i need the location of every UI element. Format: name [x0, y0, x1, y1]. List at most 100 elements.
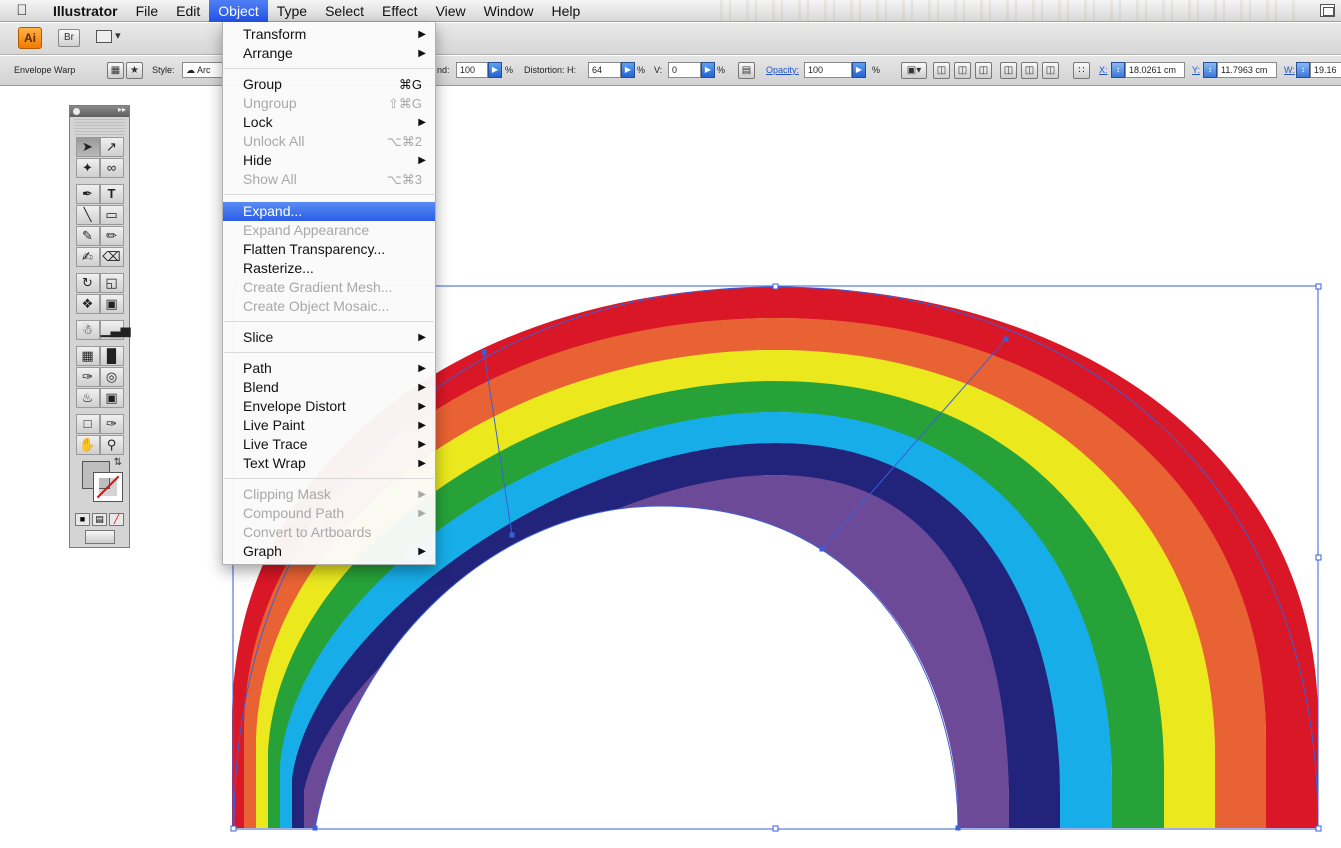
menu-item-flatten-transparency[interactable]: Flatten Transparency... [223, 240, 435, 259]
menu-app-name[interactable]: Illustrator [44, 0, 127, 22]
menu-view[interactable]: View [427, 0, 475, 22]
scale-tool-icon[interactable]: ◱ [99, 273, 124, 293]
rotate-tool-icon[interactable]: ↻ [75, 273, 100, 293]
y-stepper[interactable]: ↕ [1203, 62, 1217, 78]
symbol-sprayer-tool-icon[interactable]: ☃ [75, 320, 100, 340]
align-middle-icon[interactable]: ◫ [1021, 62, 1038, 79]
menu-window[interactable]: Window [475, 0, 543, 22]
envelope-anchor-point[interactable] [819, 546, 825, 552]
bounding-box-handle[interactable] [772, 283, 779, 290]
align-to-icon[interactable]: ▣▾ [901, 62, 927, 79]
y-link[interactable]: Y: [1192, 65, 1200, 75]
line-segment-tool-icon[interactable]: ╲ [75, 205, 100, 225]
selection-tool-icon[interactable]: ➤ [75, 137, 100, 157]
align-bottom-icon[interactable]: ◫ [1042, 62, 1059, 79]
x-stepper[interactable]: ↕ [1111, 62, 1125, 78]
slice-tool-icon[interactable]: ✑ [99, 414, 124, 434]
w-link[interactable]: W: [1284, 65, 1295, 75]
tools-panel-grip[interactable] [74, 119, 125, 135]
distortion-v-stepper[interactable]: ▶ [701, 62, 715, 78]
menu-item-arrange[interactable]: Arrange ▶ [223, 44, 435, 63]
pencil-tool-icon[interactable]: ✏ [99, 226, 124, 246]
bounding-box-handle[interactable] [1315, 554, 1322, 561]
menu-item-path[interactable]: Path ▶ [223, 359, 435, 378]
menu-object[interactable]: Object [209, 0, 268, 22]
apple-menu-icon[interactable]:  [0, 2, 44, 19]
bounding-box-handle[interactable] [1315, 283, 1322, 290]
live-paint-bucket-tool-icon[interactable]: ♨ [75, 388, 100, 408]
menu-help[interactable]: Help [542, 0, 589, 22]
menu-item-expand[interactable]: Expand... [223, 202, 435, 221]
menu-item-live-paint[interactable]: Live Paint ▶ [223, 416, 435, 435]
collapse-icon[interactable]: ▸▸ [118, 105, 126, 114]
align-left-icon[interactable]: ◫ [933, 62, 950, 79]
mesh-tool-icon[interactable]: ▦ [75, 346, 100, 366]
menu-item-blend[interactable]: Blend ▶ [223, 378, 435, 397]
artboard-tool-icon[interactable]: □ [75, 414, 100, 434]
menu-item-lock[interactable]: Lock ▶ [223, 113, 435, 132]
menu-item-slice[interactable]: Slice ▶ [223, 328, 435, 347]
live-paint-selection-tool-icon[interactable]: ▣ [99, 388, 124, 408]
tools-panel-header[interactable]: ▸▸ [70, 105, 129, 117]
menu-item-envelope-distort[interactable]: Envelope Distort ▶ [223, 397, 435, 416]
menu-effect[interactable]: Effect [373, 0, 427, 22]
paintbrush-tool-icon[interactable]: ✎ [75, 226, 100, 246]
lasso-tool-icon[interactable]: ∞ [99, 158, 124, 178]
color-mode-icon[interactable]: ■ [75, 513, 90, 526]
envelope-anchor-point[interactable] [481, 349, 487, 355]
gradient-mode-icon[interactable]: ▤ [92, 513, 107, 526]
magic-wand-tool-icon[interactable]: ✦ [75, 158, 100, 178]
gradient-tool-icon[interactable]: █ [99, 346, 124, 366]
none-mode-icon[interactable]: ╱ [109, 513, 124, 526]
screen-mode-button[interactable] [84, 530, 115, 544]
envelope-anchor-point[interactable] [312, 825, 318, 831]
bend-stepper[interactable]: ▶ [488, 62, 502, 78]
blend-tool-icon[interactable]: ◎ [99, 367, 124, 387]
bridge-button[interactable]: Br [58, 29, 80, 47]
menu-item-rasterize[interactable]: Rasterize... [223, 259, 435, 278]
opacity-link[interactable]: Opacity: [766, 65, 799, 75]
pen-tool-icon[interactable]: ✒ [75, 184, 100, 204]
menu-item-hide[interactable]: Hide ▶ [223, 151, 435, 170]
bend-input[interactable]: 100 [456, 62, 488, 78]
direct-selection-tool-icon[interactable]: ↗ [99, 137, 124, 157]
type-tool-icon[interactable]: T [99, 184, 124, 204]
distortion-h-stepper[interactable]: ▶ [621, 62, 635, 78]
menu-type[interactable]: Type [268, 0, 316, 22]
window-resize-icon[interactable] [1320, 4, 1335, 17]
menu-select[interactable]: Select [316, 0, 373, 22]
menu-item-text-wrap[interactable]: Text Wrap ▶ [223, 454, 435, 473]
bounding-box-handle[interactable] [1315, 825, 1322, 832]
menu-item-graph[interactable]: Graph ▶ [223, 542, 435, 561]
distortion-h-input[interactable]: 64 [588, 62, 621, 78]
menu-file[interactable]: File [127, 0, 168, 22]
align-center-icon[interactable]: ◫ [954, 62, 971, 79]
column-graph-tool-icon[interactable]: ▁▃▅ [99, 320, 131, 340]
w-input[interactable]: 19.16 [1310, 62, 1341, 78]
swap-fill-stroke-icon[interactable]: ⇅ [114, 457, 122, 468]
opacity-stepper[interactable]: ▶ [852, 62, 866, 78]
opacity-input[interactable]: 100 [804, 62, 852, 78]
menu-edit[interactable]: Edit [167, 0, 209, 22]
hand-tool-icon[interactable]: ✋ [75, 435, 100, 455]
align-top-icon[interactable]: ◫ [1000, 62, 1017, 79]
bounding-box-handle[interactable] [230, 825, 237, 832]
x-input[interactable]: 18.0261 cm [1125, 62, 1185, 78]
reference-point-icon[interactable]: ∷ [1073, 62, 1090, 79]
free-transform-tool-icon[interactable]: ▣ [99, 294, 124, 314]
rectangle-tool-icon[interactable]: ▭ [99, 205, 124, 225]
eyedropper-tool-icon[interactable]: ✑ [75, 367, 100, 387]
envelope-anchor-point[interactable] [1003, 336, 1009, 342]
align-right-icon[interactable]: ◫ [975, 62, 992, 79]
menu-item-group[interactable]: Group ⌘G [223, 75, 435, 94]
envelope-options-icon[interactable]: ▤ [738, 62, 755, 79]
envelope-anchor-point[interactable] [509, 532, 515, 538]
distortion-v-input[interactable]: 0 [668, 62, 701, 78]
blob-brush-tool-icon[interactable]: ✍ [75, 247, 100, 267]
stroke-swatch-none[interactable] [93, 472, 123, 502]
artboard-canvas[interactable] [0, 87, 1341, 848]
envelope-anchor-point[interactable] [955, 825, 961, 831]
menu-item-live-trace[interactable]: Live Trace ▶ [223, 435, 435, 454]
warp-tool-icon[interactable]: ❖ [75, 294, 100, 314]
menu-item-transform[interactable]: Transform ▶ [223, 25, 435, 44]
